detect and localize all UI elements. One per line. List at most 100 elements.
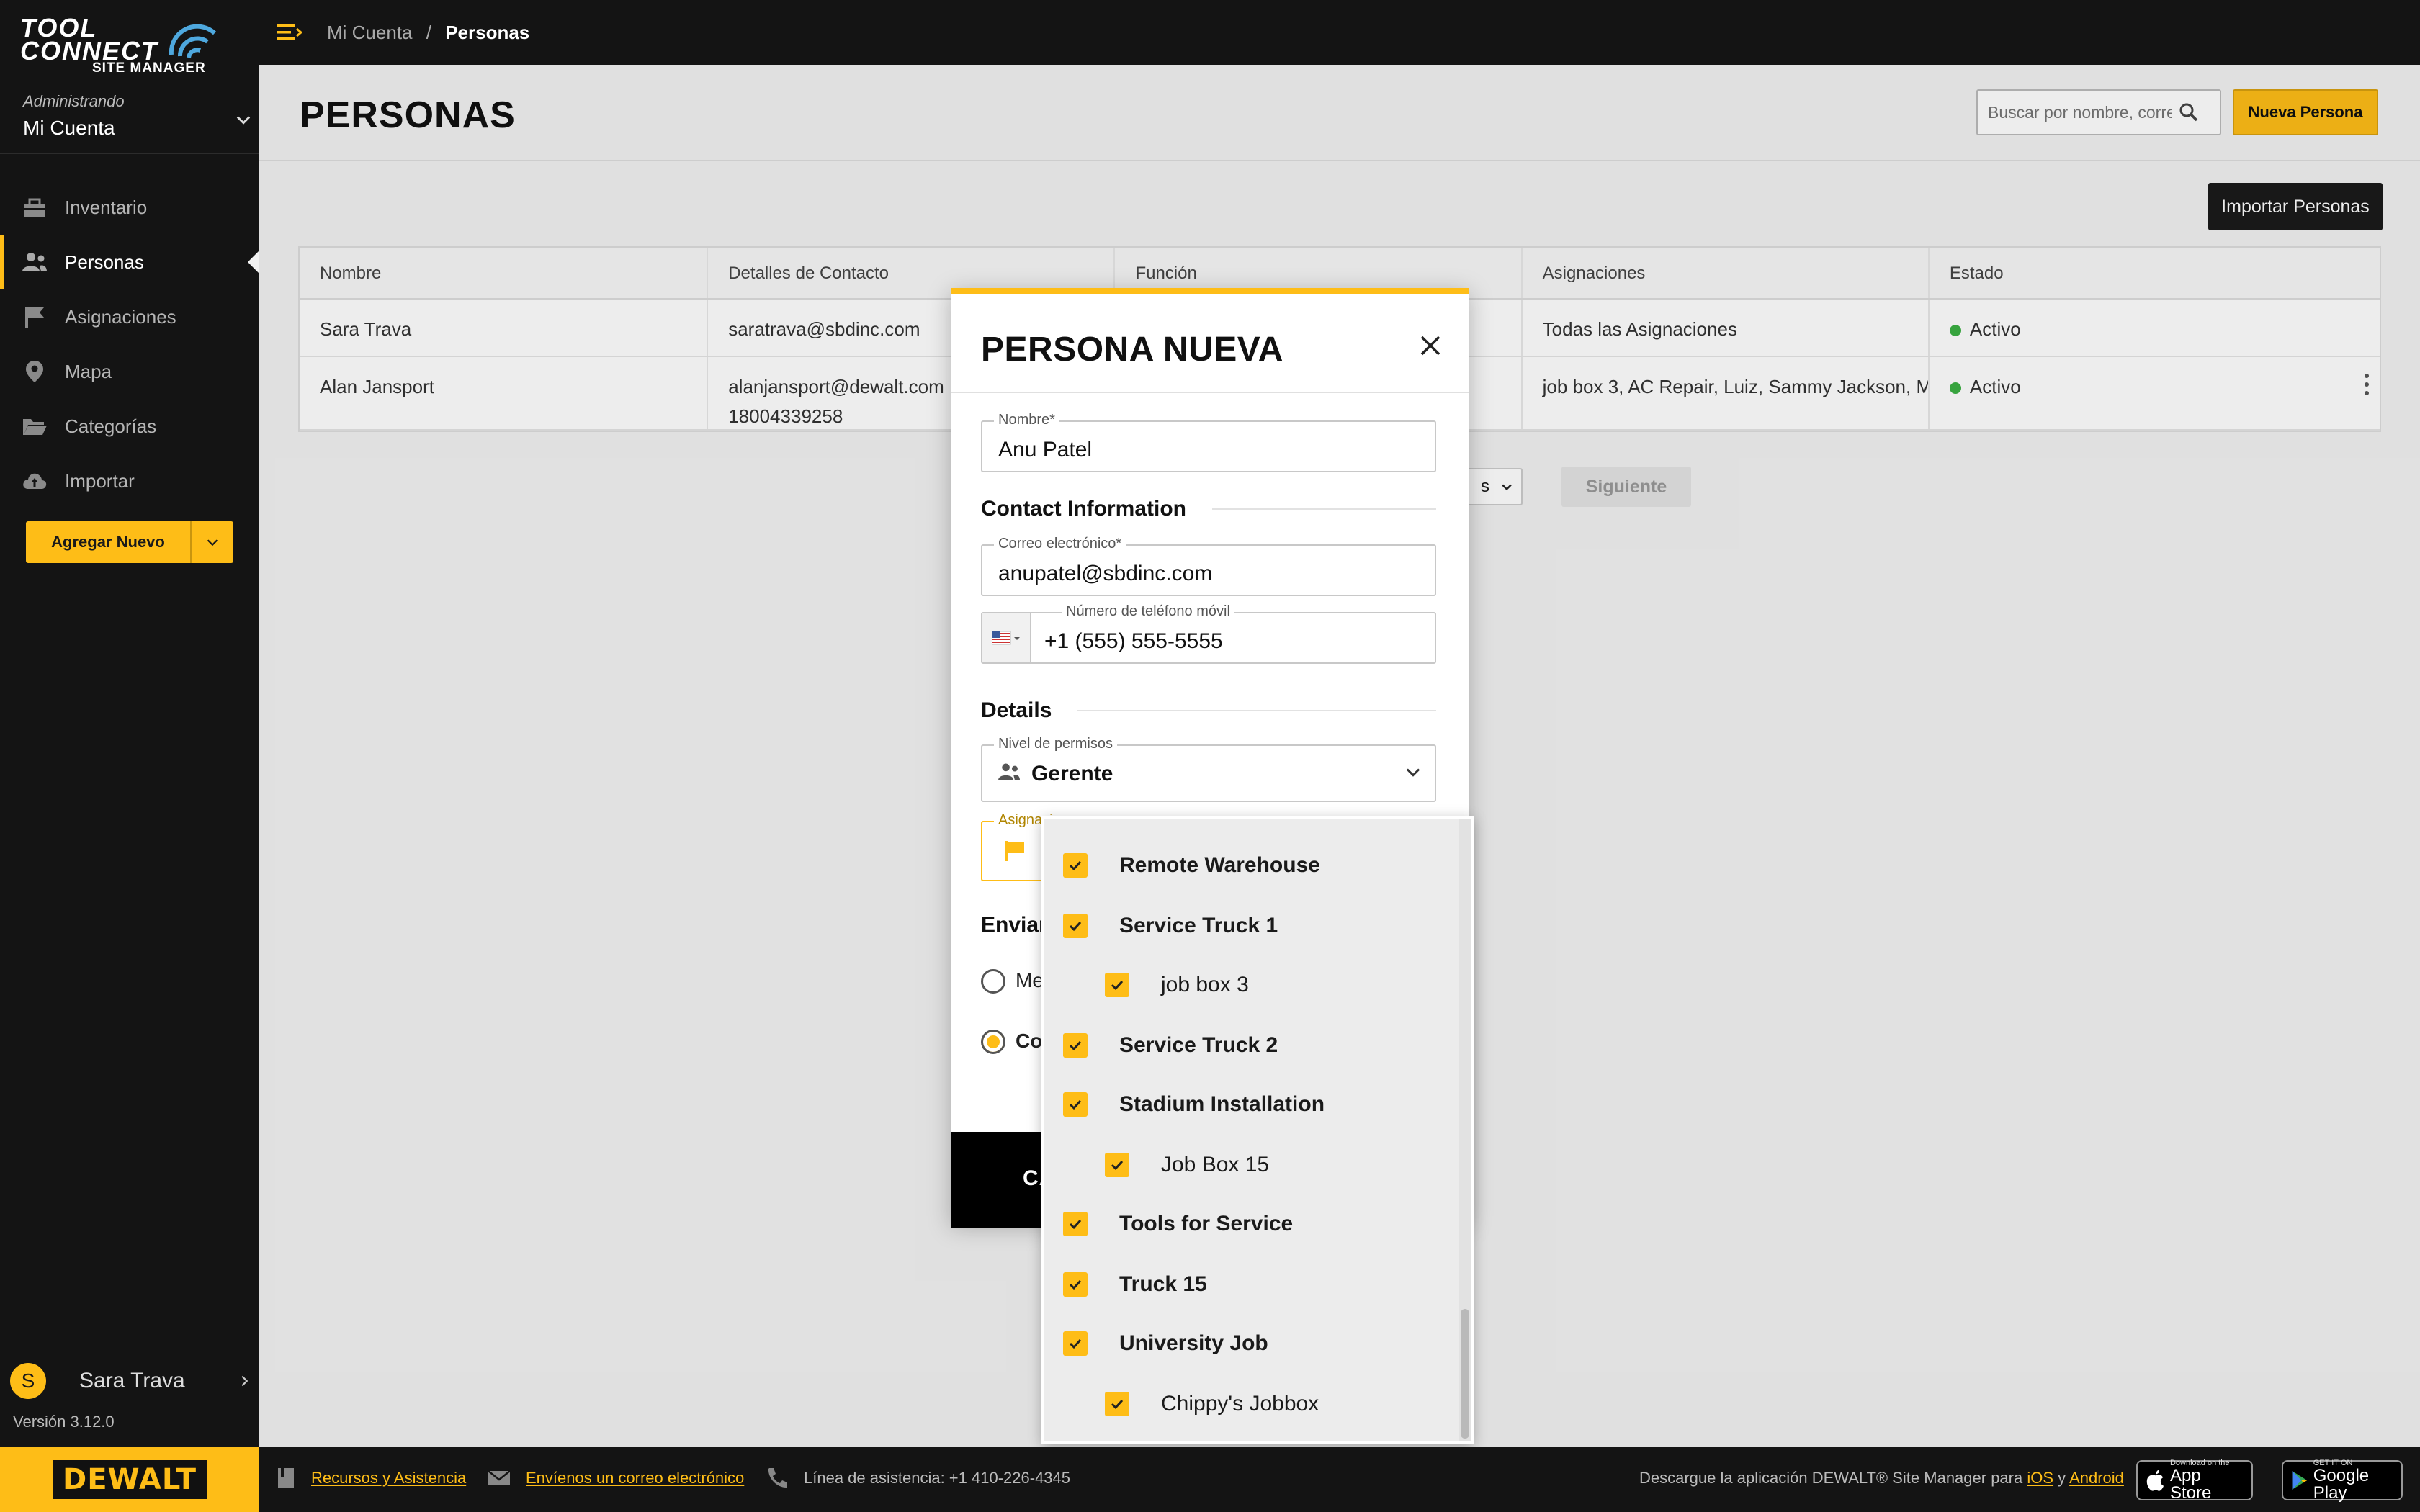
logo-line-3: SITE MANAGER xyxy=(92,60,206,76)
chevron-down-icon xyxy=(1406,768,1420,777)
assignment-option[interactable]: Service Truck 1 xyxy=(1063,910,1278,942)
permission-value: Gerente xyxy=(1031,762,1113,786)
tool-connect-logo[interactable]: TOOL CONNECT SITE MANAGER xyxy=(20,15,222,76)
check-icon xyxy=(1111,1160,1124,1171)
sidebar-item-personas[interactable]: Personas xyxy=(0,235,261,289)
sidebar-item-label: Personas xyxy=(65,251,144,273)
assignment-option[interactable]: Truck 15 xyxy=(1063,1269,1207,1300)
assignment-option[interactable]: University Job xyxy=(1063,1328,1268,1359)
inventory-icon xyxy=(22,194,48,220)
checkbox-checked[interactable] xyxy=(1063,1092,1088,1117)
apple-icon xyxy=(2146,1470,2164,1491)
checkbox-checked[interactable] xyxy=(1063,1331,1088,1356)
checkbox-checked[interactable] xyxy=(1063,853,1088,878)
scrollbar-thumb[interactable] xyxy=(1461,1309,1469,1439)
checkbox-checked[interactable] xyxy=(1105,973,1129,997)
sidebar: TOOL CONNECT SITE MANAGER Administrando … xyxy=(0,0,261,1447)
name-field[interactable]: Nombre* Anu Patel xyxy=(981,412,1436,472)
assignment-option[interactable]: Stadium Installation xyxy=(1063,1089,1325,1120)
checkbox-checked[interactable] xyxy=(1063,914,1088,938)
assignment-label: Chippy's Jobbox xyxy=(1161,1392,1319,1416)
app-store-badge[interactable]: Download on the App Store xyxy=(2136,1459,2253,1503)
google-play-badge[interactable]: GET IT ON Google Play xyxy=(2282,1459,2403,1502)
add-new-dropdown[interactable] xyxy=(192,521,233,563)
close-icon[interactable] xyxy=(1416,331,1445,360)
map-pin-icon xyxy=(22,359,48,384)
sidebar-item-importar[interactable]: Importar xyxy=(0,454,259,508)
user-name: Sara Trava xyxy=(79,1369,185,1392)
logo-line-2: CONNECT xyxy=(20,36,158,66)
chevron-right-icon[interactable] xyxy=(236,1373,252,1389)
field-label: Nombre* xyxy=(994,412,1059,428)
chevron-down-icon xyxy=(207,539,218,546)
user-menu[interactable]: S Sara Trava xyxy=(10,1359,252,1403)
checkbox-checked[interactable] xyxy=(1063,1272,1088,1297)
checkbox-checked[interactable] xyxy=(1105,1392,1129,1416)
and-text: y xyxy=(2058,1469,2066,1487)
book-icon xyxy=(278,1468,294,1488)
field-label: Correo electrónico* xyxy=(994,536,1126,552)
flag-icon xyxy=(1005,841,1024,861)
radio-option-2-label: Co xyxy=(1016,1030,1043,1052)
appstore-big: App Store xyxy=(2169,1466,2212,1503)
section-title: Details xyxy=(981,698,1052,722)
email-link[interactable]: Envíenos un correo electrónico xyxy=(526,1469,744,1488)
assignment-option[interactable]: Tools for Service xyxy=(1063,1208,1293,1240)
sidebar-item-label: Asignaciones xyxy=(65,305,176,328)
checkbox-checked[interactable] xyxy=(1105,1153,1129,1177)
sidebar-item-categorias[interactable]: Categorías xyxy=(0,399,259,454)
assignments-dropdown: Remote Warehouse Service Truck 1 job box… xyxy=(1041,816,1474,1444)
check-icon xyxy=(1069,1219,1082,1230)
footer: DEWALT Recursos y Asistencia Envíenos un… xyxy=(0,1447,2420,1512)
country-select[interactable] xyxy=(982,613,1031,662)
breadcrumb-parent[interactable]: Mi Cuenta xyxy=(327,22,413,43)
email-field[interactable]: Correo electrónico* anupatel@sbdinc.com xyxy=(981,536,1436,596)
people-icon xyxy=(998,763,1020,780)
google-play-icon xyxy=(2292,1471,2308,1490)
assignment-option[interactable]: job box 3 xyxy=(1105,969,1249,1001)
phone-icon xyxy=(768,1468,787,1488)
phone-field[interactable]: Número de teléfono móvil +1 (555) 555-55… xyxy=(981,603,1436,664)
assignment-label: University Job xyxy=(1119,1331,1268,1355)
assignment-option[interactable]: Chippy's Jobbox xyxy=(1105,1388,1319,1420)
flag-icon xyxy=(22,304,48,330)
assignment-label: Job Box 15 xyxy=(1161,1153,1270,1176)
email-value: anupatel@sbdinc.com xyxy=(998,562,1213,585)
assignment-option[interactable]: Job Box 15 xyxy=(1105,1149,1269,1181)
android-link[interactable]: Android xyxy=(2069,1469,2124,1487)
assignment-option[interactable]: Service Truck 2 xyxy=(1063,1030,1278,1061)
account-switcher[interactable]: Administrando Mi Cuenta xyxy=(23,92,254,140)
check-icon xyxy=(1069,1040,1082,1051)
sidebar-item-inventario[interactable]: Inventario xyxy=(0,180,259,235)
menu-toggle-icon[interactable] xyxy=(277,22,302,43)
resources-link[interactable]: Recursos y Asistencia xyxy=(311,1469,466,1488)
permission-level-select[interactable]: Nivel de permisos Gerente xyxy=(981,736,1436,802)
ios-link[interactable]: iOS xyxy=(2027,1469,2053,1487)
top-bar: Mi Cuenta / Personas xyxy=(259,0,2420,65)
sidebar-item-asignaciones[interactable]: Asignaciones xyxy=(0,289,259,344)
app-version: Versión 3.12.0 xyxy=(13,1413,115,1431)
check-icon xyxy=(1069,1099,1082,1110)
radio-option-2[interactable] xyxy=(981,1030,1005,1054)
divider xyxy=(0,153,259,154)
checkbox-checked[interactable] xyxy=(1063,1033,1088,1058)
radio-option-1[interactable] xyxy=(981,969,1005,994)
radio-option-1-label: Me xyxy=(1016,969,1044,991)
assignment-option[interactable]: Remote Warehouse xyxy=(1063,850,1320,881)
sidebar-item-label: Categorías xyxy=(65,415,157,437)
checkbox-checked[interactable] xyxy=(1063,1212,1088,1236)
sidebar-item-mapa[interactable]: Mapa xyxy=(0,344,259,399)
check-icon xyxy=(1069,1279,1082,1290)
sidebar-item-label: Mapa xyxy=(65,360,112,382)
add-new-button[interactable]: Agregar Nuevo xyxy=(26,521,233,563)
chevron-down-icon[interactable] xyxy=(233,109,254,130)
field-label: Número de teléfono móvil xyxy=(1062,603,1234,620)
send-invite-label: Enviar xyxy=(981,913,1047,937)
assignment-label: Tools for Service xyxy=(1119,1212,1294,1236)
add-new-label[interactable]: Agregar Nuevo xyxy=(26,521,192,563)
assignment-label: Truck 15 xyxy=(1119,1272,1207,1296)
section-contact-information: Contact Information xyxy=(981,497,1436,521)
field-label: Nivel de permisos xyxy=(994,736,1117,752)
people-icon xyxy=(22,249,48,275)
section-details: Details xyxy=(981,698,1436,723)
